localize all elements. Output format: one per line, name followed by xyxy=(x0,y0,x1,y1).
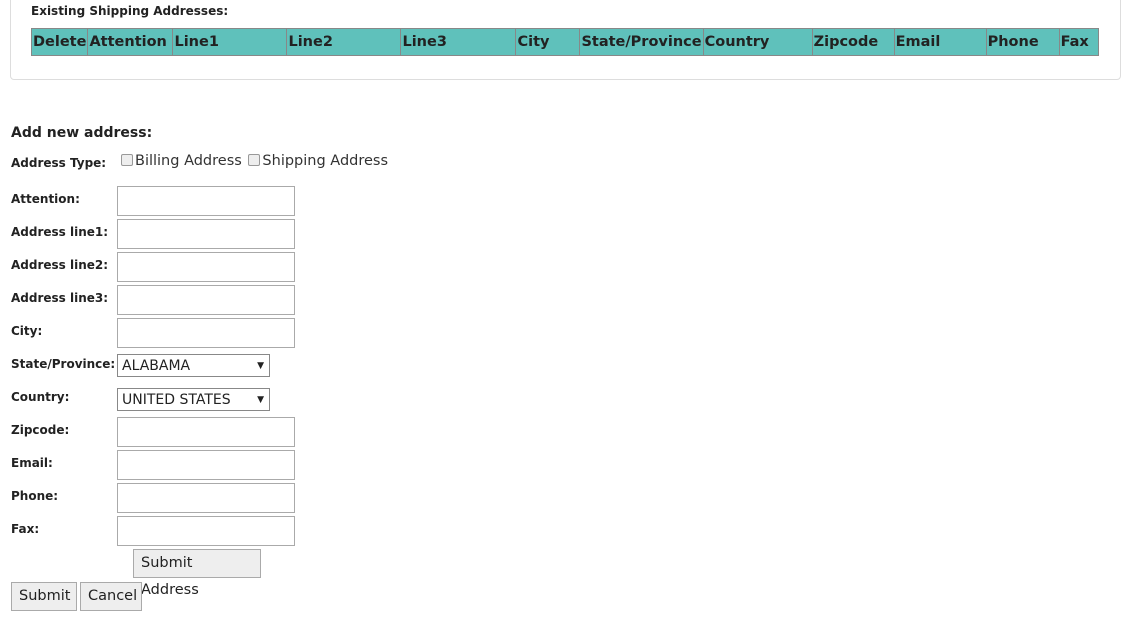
cancel-button[interactable]: Cancel xyxy=(80,582,142,611)
dropdown-arrow-icon: ▼ xyxy=(257,395,264,405)
line2-input[interactable] xyxy=(117,252,295,282)
shipping-checkbox[interactable] xyxy=(248,154,261,166)
submit-button[interactable]: Submit xyxy=(11,582,77,611)
attention-input[interactable] xyxy=(117,186,295,216)
country-value: UNITED STATES xyxy=(122,392,231,408)
col-line3: Line3 xyxy=(400,28,517,56)
address-type-options: Billing Address Shipping Address xyxy=(119,153,388,169)
line3-label: Address line3: xyxy=(11,291,109,305)
email-input[interactable] xyxy=(117,450,295,480)
col-state: State/Province xyxy=(579,28,704,56)
shipping-label: Shipping Address xyxy=(262,153,389,169)
col-country: Country xyxy=(702,28,813,56)
col-email: Email xyxy=(893,28,987,56)
line3-input[interactable] xyxy=(117,285,295,315)
state-value: ALABAMA xyxy=(122,358,191,374)
billing-checkbox[interactable] xyxy=(121,154,133,166)
submit-address-button[interactable]: Submit Address xyxy=(133,549,261,598)
col-attention: Attention xyxy=(87,28,174,56)
line2-label: Address line2: xyxy=(11,258,109,272)
zipcode-input[interactable] xyxy=(117,417,295,447)
country-label: Country: xyxy=(11,390,70,404)
fax-input[interactable] xyxy=(117,516,295,546)
col-zipcode: Zipcode xyxy=(811,28,895,56)
col-city: City xyxy=(515,28,581,56)
billing-label: Billing Address xyxy=(135,153,242,169)
col-line2: Line2 xyxy=(286,28,402,56)
line1-label: Address line1: xyxy=(11,225,109,239)
city-label: City: xyxy=(11,324,43,338)
country-select[interactable]: UNITED STATES ▼ xyxy=(117,388,270,411)
col-delete: Delete xyxy=(30,28,89,56)
city-input[interactable] xyxy=(117,318,295,348)
address-type-label: Address Type: xyxy=(11,156,107,170)
line1-input[interactable] xyxy=(117,219,295,249)
state-label: State/Province: xyxy=(11,357,116,371)
state-select[interactable]: ALABAMA ▼ xyxy=(117,354,270,377)
existing-addresses-title: Existing Shipping Addresses: xyxy=(31,4,229,18)
fax-label: Fax: xyxy=(11,522,40,536)
col-line1: Line1 xyxy=(172,28,288,56)
col-fax: Fax xyxy=(1058,28,1100,56)
phone-input[interactable] xyxy=(117,483,295,513)
dropdown-arrow-icon: ▼ xyxy=(257,361,264,371)
email-label: Email: xyxy=(11,456,53,470)
existing-addresses-table: Delete Attention Line1 Line2 Line3 City … xyxy=(30,28,1100,56)
attention-label: Attention: xyxy=(11,192,80,206)
add-address-title: Add new address: xyxy=(11,125,153,141)
phone-label: Phone: xyxy=(11,489,59,503)
zipcode-label: Zipcode: xyxy=(11,423,70,437)
col-phone: Phone xyxy=(985,28,1060,56)
